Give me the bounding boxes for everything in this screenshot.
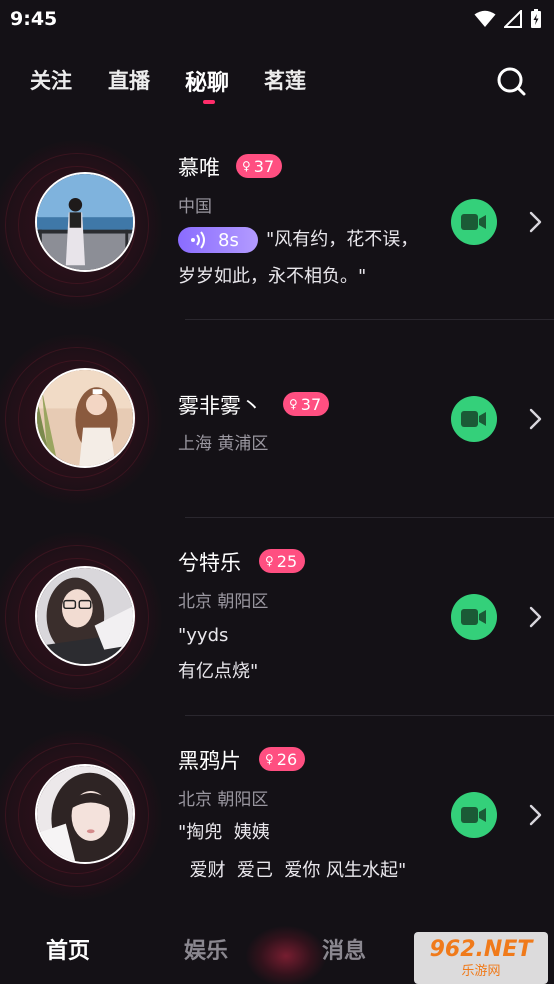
video-call-button[interactable] (451, 792, 497, 838)
tab-minglian[interactable]: 茗莲 (264, 65, 306, 95)
user-location: 中国 (178, 197, 212, 217)
chevron-right-icon[interactable] (527, 606, 543, 628)
list-item[interactable]: 黑鸦片 ♀ 26 北京 朝阳区 "掏兜 姨姨 爱财 爱己 爱你 风生水起" (0, 716, 554, 913)
search-icon[interactable] (494, 64, 528, 98)
list-item[interactable]: 兮特乐 ♀ 25 北京 朝阳区 "yyds 有亿点烧" (0, 518, 554, 716)
wifi-icon (474, 10, 496, 27)
avatar[interactable] (35, 764, 135, 864)
avatar[interactable] (35, 368, 135, 468)
age-value: 37 (253, 156, 275, 176)
user-signature-line1: "掏兜 姨姨 (178, 822, 270, 843)
battery-charging-icon (531, 9, 541, 28)
user-location: 北京 朝阳区 (178, 592, 269, 612)
user-signature-line2: 有亿点烧" (178, 661, 259, 682)
voice-duration: 8s (218, 229, 239, 251)
tab-secret-chat[interactable]: 秘聊 (185, 65, 229, 97)
age-value: 25 (276, 551, 298, 571)
video-call-button[interactable] (451, 594, 497, 640)
video-call-button[interactable] (451, 396, 497, 442)
user-signature-line1: "风有约，花不误， (266, 229, 419, 250)
avatar[interactable] (35, 566, 135, 666)
status-icons (474, 9, 542, 29)
active-tab-indicator (203, 100, 215, 104)
list-item[interactable]: 慕唯 ♀ 37 中国 8s "风有约，花不误， 岁岁如此，永不相负。" (0, 122, 554, 320)
chevron-right-icon[interactable] (527, 211, 543, 233)
nav-messages[interactable]: 消息 (322, 933, 366, 965)
female-gender-icon: ♀ (265, 752, 274, 766)
sound-wave-icon (191, 231, 205, 249)
video-camera-icon (461, 411, 486, 427)
age-value: 37 (300, 394, 322, 414)
watermark-logo: 962.NET 乐游网 (414, 932, 548, 984)
avatar[interactable] (35, 172, 135, 272)
top-tab-bar: 关注 直播 秘聊 茗莲 (0, 38, 554, 110)
chevron-right-icon[interactable] (527, 408, 543, 430)
age-badge: ♀ 25 (259, 549, 306, 573)
chevron-right-icon[interactable] (527, 804, 543, 826)
user-name: 雾非雾丶 (178, 394, 262, 418)
signal-icon (504, 10, 522, 28)
age-badge: ♀ 26 (259, 747, 306, 771)
voice-message-button[interactable]: 8s (178, 227, 258, 253)
bottom-nav-bar: 首页 娱乐 消息 962.NET 乐游网 (0, 906, 554, 984)
age-badge: ♀ 37 (236, 154, 283, 178)
avatar-ripple (0, 320, 170, 517)
user-name: 慕唯 (178, 156, 220, 180)
status-time: 9:45 (10, 8, 58, 30)
user-name: 兮特乐 (178, 551, 241, 575)
app-screen: 9:45 关注 直播 秘聊 茗莲 慕唯 ♀ 37 中国 8s "风有约，花不误，… (0, 0, 554, 984)
user-signature-line2: 岁岁如此，永不相负。" (178, 266, 367, 287)
nav-home[interactable]: 首页 (46, 933, 90, 965)
video-camera-icon (461, 214, 486, 230)
watermark-text: 962.NET (429, 937, 533, 962)
center-action-button[interactable] (246, 926, 326, 984)
video-camera-icon (461, 609, 486, 625)
avatar-ripple (0, 518, 170, 715)
tab-follow[interactable]: 关注 (30, 65, 72, 95)
age-badge: ♀ 37 (283, 392, 330, 416)
avatar-ripple (0, 716, 170, 913)
female-gender-icon: ♀ (265, 554, 274, 568)
list-item[interactable]: 雾非雾丶 ♀ 37 上海 黄浦区 (0, 320, 554, 518)
user-name: 黑鸦片 (178, 749, 241, 773)
watermark-subtext: 乐游网 (461, 964, 501, 979)
user-signature-line1: "yyds (178, 625, 229, 646)
video-camera-icon (461, 807, 486, 823)
user-location: 上海 黄浦区 (178, 434, 269, 454)
female-gender-icon: ♀ (289, 397, 298, 411)
age-value: 26 (276, 749, 298, 769)
status-bar: 9:45 (0, 0, 554, 38)
user-signature-line2: 爱财 爱己 爱你 风生水起" (178, 860, 407, 881)
tab-live[interactable]: 直播 (108, 65, 150, 95)
video-call-button[interactable] (451, 199, 497, 245)
user-location: 北京 朝阳区 (178, 790, 269, 810)
avatar-ripple (0, 122, 170, 319)
female-gender-icon: ♀ (242, 159, 251, 173)
nav-entertainment[interactable]: 娱乐 (184, 933, 228, 965)
